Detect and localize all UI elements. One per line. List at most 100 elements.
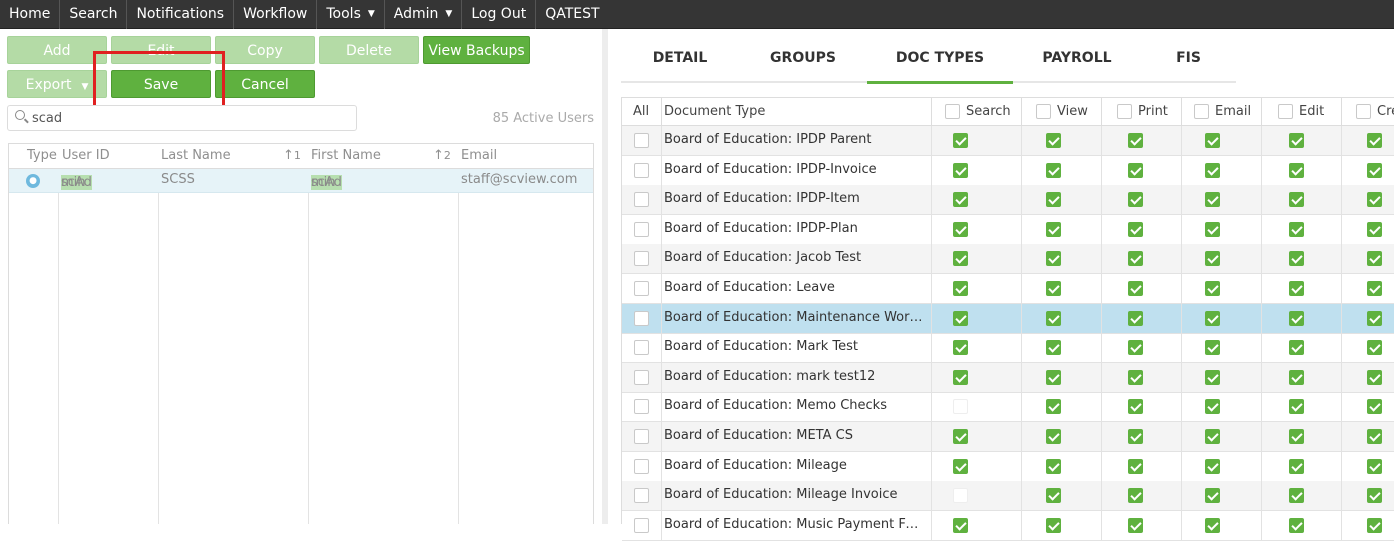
table-row[interactable]: Board of Education: mark test12 (622, 362, 1394, 393)
column-header-email[interactable]: Email (461, 148, 497, 163)
search-permission-checkbox[interactable] (953, 221, 968, 237)
print-permission-checkbox[interactable] (1128, 281, 1143, 296)
add-button[interactable]: Add (7, 36, 107, 64)
row-select-checkbox[interactable] (634, 399, 649, 415)
copy-button[interactable]: Copy (215, 36, 315, 64)
row-select-checkbox[interactable] (634, 488, 649, 504)
email-permission-checkbox[interactable] (1205, 162, 1220, 178)
create-permission-checkbox[interactable] (1367, 310, 1382, 326)
tab-doc-types[interactable]: DOC TYPES (867, 41, 1013, 84)
search-permission-checkbox[interactable] (953, 369, 968, 385)
user-search-input[interactable]: scad (7, 105, 357, 131)
search-permission-checkbox[interactable] (953, 458, 968, 474)
edit-permission-checkbox[interactable] (1289, 133, 1304, 148)
tab-payroll[interactable]: PAYROLL (1013, 41, 1141, 83)
create-permission-checkbox[interactable] (1367, 488, 1382, 504)
row-select-checkbox[interactable] (634, 133, 649, 148)
email-permission-checkbox[interactable] (1205, 133, 1220, 148)
search-permission-checkbox[interactable] (953, 310, 968, 326)
nav-workflow[interactable]: Workflow (234, 0, 318, 29)
create-permission-checkbox[interactable] (1367, 221, 1382, 237)
print-permission-checkbox[interactable] (1128, 429, 1143, 444)
view-permission-checkbox[interactable] (1046, 340, 1061, 356)
select-all-create-checkbox[interactable] (1356, 104, 1371, 119)
select-all-edit-checkbox[interactable] (1278, 104, 1293, 119)
print-permission-checkbox[interactable] (1128, 192, 1143, 208)
nav-admin-menu[interactable]: Admin ▼ (385, 0, 463, 29)
search-permission-checkbox[interactable] (953, 133, 968, 148)
edit-permission-checkbox[interactable] (1289, 310, 1304, 326)
create-permission-checkbox[interactable] (1367, 458, 1382, 474)
search-permission-checkbox[interactable] (953, 488, 968, 504)
column-header-print[interactable]: Print (1102, 98, 1182, 126)
select-all-search-checkbox[interactable] (945, 104, 960, 119)
create-permission-checkbox[interactable] (1367, 251, 1382, 267)
print-permission-checkbox[interactable] (1128, 162, 1143, 178)
email-permission-checkbox[interactable] (1205, 251, 1220, 267)
nav-user-qatest[interactable]: QATEST (536, 0, 608, 29)
table-row[interactable]: Board of Education: IPDP-Item (622, 185, 1394, 216)
email-permission-checkbox[interactable] (1205, 517, 1220, 533)
edit-permission-checkbox[interactable] (1289, 281, 1304, 296)
email-permission-checkbox[interactable] (1205, 221, 1220, 237)
edit-permission-checkbox[interactable] (1289, 458, 1304, 474)
print-permission-checkbox[interactable] (1128, 488, 1143, 504)
edit-permission-checkbox[interactable] (1289, 192, 1304, 208)
table-row[interactable]: Board of Education: IPDP-Plan (622, 214, 1394, 245)
create-permission-checkbox[interactable] (1367, 281, 1382, 296)
print-permission-checkbox[interactable] (1128, 221, 1143, 237)
row-select-checkbox[interactable] (634, 369, 649, 385)
view-backups-button[interactable]: View Backups (423, 36, 530, 64)
table-row[interactable]: Board of Education: Mileage (622, 451, 1394, 482)
create-permission-checkbox[interactable] (1367, 369, 1382, 385)
table-row[interactable]: Board of Education: Jacob Test (622, 244, 1394, 275)
select-all-view-checkbox[interactable] (1036, 104, 1051, 119)
search-permission-checkbox[interactable] (953, 517, 968, 533)
table-row[interactable]: Board of Education: Music Payment Form (622, 510, 1394, 541)
edit-permission-checkbox[interactable] (1289, 162, 1304, 178)
create-permission-checkbox[interactable] (1367, 192, 1382, 208)
nav-search[interactable]: Search (60, 0, 128, 29)
edit-permission-checkbox[interactable] (1289, 488, 1304, 504)
search-permission-checkbox[interactable] (953, 162, 968, 178)
email-permission-checkbox[interactable] (1205, 340, 1220, 356)
edit-permission-checkbox[interactable] (1289, 340, 1304, 356)
search-permission-checkbox[interactable] (953, 340, 968, 356)
table-row[interactable]: ● scAd min SCSS scAd min staff@scview.com (9, 169, 593, 193)
create-permission-checkbox[interactable] (1367, 162, 1382, 178)
view-permission-checkbox[interactable] (1046, 310, 1061, 326)
table-row[interactable]: Board of Education: IPDP Parent (622, 126, 1394, 156)
email-permission-checkbox[interactable] (1205, 310, 1220, 326)
column-header-first-name[interactable]: First Name (311, 148, 381, 163)
email-permission-checkbox[interactable] (1205, 458, 1220, 474)
search-permission-checkbox[interactable] (953, 192, 968, 208)
table-row[interactable]: Board of Education: Mark Test (622, 333, 1394, 364)
column-header-create[interactable]: Cre (1342, 98, 1394, 126)
row-select-checkbox[interactable] (634, 340, 649, 356)
select-all-email-checkbox[interactable] (1194, 104, 1209, 119)
create-permission-checkbox[interactable] (1367, 399, 1382, 415)
print-permission-checkbox[interactable] (1128, 399, 1143, 415)
column-header-view[interactable]: View (1022, 98, 1102, 126)
tab-detail[interactable]: DETAIL (621, 41, 739, 83)
edit-permission-checkbox[interactable] (1289, 251, 1304, 267)
view-permission-checkbox[interactable] (1046, 517, 1061, 533)
table-row[interactable]: Board of Education: Mileage Invoice (622, 481, 1394, 512)
select-all-print-checkbox[interactable] (1117, 104, 1132, 119)
row-select-checkbox[interactable] (634, 281, 649, 296)
tab-groups[interactable]: GROUPS (739, 41, 867, 83)
nav-home[interactable]: Home (0, 0, 61, 29)
nav-logout[interactable]: Log Out (462, 0, 537, 29)
table-row[interactable]: Board of Education: Leave (622, 274, 1394, 304)
view-permission-checkbox[interactable] (1046, 221, 1061, 237)
row-select-checkbox[interactable] (634, 517, 649, 533)
row-select-checkbox[interactable] (634, 192, 649, 208)
email-permission-checkbox[interactable] (1205, 192, 1220, 208)
view-permission-checkbox[interactable] (1046, 488, 1061, 504)
column-header-email[interactable]: Email (1182, 98, 1262, 126)
column-header-document-type[interactable]: Document Type (662, 98, 932, 126)
edit-permission-checkbox[interactable] (1289, 369, 1304, 385)
print-permission-checkbox[interactable] (1128, 458, 1143, 474)
tab-fis[interactable]: FIS (1141, 41, 1236, 83)
create-permission-checkbox[interactable] (1367, 429, 1382, 444)
